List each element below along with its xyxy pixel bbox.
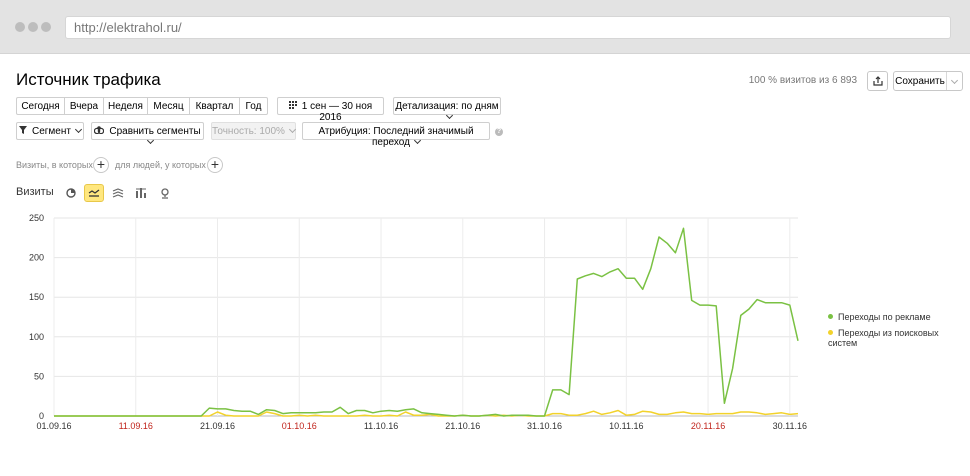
- legend-label-search: Переходы из поисковых систем: [828, 328, 939, 348]
- attribution-label: Атрибуция: Последний значимый переход: [318, 126, 474, 148]
- people-filter-text: для людей, у которых: [115, 160, 206, 170]
- chart-title: Визиты: [16, 186, 54, 198]
- y-tick-label: 200: [29, 253, 44, 263]
- compare-label: Сравнить сегменты: [109, 126, 201, 137]
- visits-filter-text: Визиты, в которых: [16, 160, 93, 170]
- browser-chrome: http://elektrahol.ru/: [0, 0, 970, 54]
- x-tick-label: 31.10.16: [527, 421, 562, 431]
- detail-label: Детализация: по дням: [395, 101, 499, 112]
- chart-type-line[interactable]: [84, 184, 104, 202]
- y-tick-label: 0: [39, 411, 44, 421]
- address-bar[interactable]: http://elektrahol.ru/: [65, 16, 951, 39]
- compare-icon: [94, 126, 105, 135]
- area-chart-icon: [112, 188, 124, 198]
- legend-swatch-ads: [828, 314, 833, 320]
- period-year[interactable]: Год: [240, 97, 268, 115]
- segment-label: Сегмент: [32, 126, 71, 137]
- window-minimize-dot[interactable]: [28, 22, 38, 32]
- window-close-dot[interactable]: [15, 22, 25, 32]
- segment-button[interactable]: Сегмент: [16, 122, 84, 140]
- y-tick-label: 150: [29, 292, 44, 302]
- date-range-label: 1 сен — 30 ноя 2016: [301, 101, 373, 123]
- save-button[interactable]: Сохранить: [893, 71, 963, 91]
- page-title: Источник трафика: [16, 70, 161, 89]
- x-tick-label: 21.10.16: [445, 421, 480, 431]
- share-icon: [872, 76, 883, 86]
- y-tick-label: 250: [29, 213, 44, 223]
- period-quarter[interactable]: Квартал: [190, 97, 240, 115]
- x-tick-label: 21.09.16: [200, 421, 235, 431]
- legend-item-search[interactable]: Переходы из поисковых систем: [828, 328, 970, 348]
- chart-type-bar[interactable]: [131, 184, 151, 202]
- legend-swatch-search: [828, 330, 833, 336]
- chevron-down-icon[interactable]: [947, 72, 962, 90]
- save-button-label: Сохранить: [894, 72, 947, 90]
- x-tick-label: 30.11.16: [773, 421, 807, 431]
- traffic-line-chart: 0 50 100 150 200 250 01.09.16 11.09.16 21.09.16 0…: [29, 213, 807, 431]
- bar-chart-icon: [136, 188, 146, 198]
- period-yesterday[interactable]: Вчера: [65, 97, 104, 115]
- calendar-icon: [288, 101, 297, 110]
- add-visits-condition-button[interactable]: +: [93, 157, 109, 173]
- pie-chart-icon: [66, 188, 76, 198]
- accuracy-label: Точность: 100%: [212, 126, 285, 137]
- visits-info: 100 % визитов из 6 893: [748, 75, 857, 86]
- filter-icon: [19, 126, 27, 135]
- accuracy-dropdown: Точность: 100%: [211, 122, 296, 140]
- window-maximize-dot[interactable]: [41, 22, 51, 32]
- x-tick-label: 01.09.16: [36, 421, 71, 431]
- x-tick-label: 20.11.16: [691, 421, 725, 431]
- date-range-button[interactable]: 1 сен — 30 ноя 2016: [277, 97, 384, 123]
- chevron-down-icon: [445, 111, 454, 120]
- chevron-down-icon: [413, 136, 422, 145]
- period-month[interactable]: Месяц: [148, 97, 190, 115]
- x-tick-label: 10.11.16: [609, 421, 643, 431]
- y-tick-label: 50: [34, 371, 44, 381]
- attribution-dropdown[interactable]: Атрибуция: Последний значимый переход: [302, 122, 490, 148]
- legend-item-ads[interactable]: Переходы по рекламе: [828, 312, 931, 322]
- detail-dropdown[interactable]: Детализация: по дням: [393, 97, 501, 120]
- legend-label-ads: Переходы по рекламе: [838, 312, 931, 322]
- chevron-down-icon: [74, 125, 83, 134]
- chevron-down-icon: [146, 136, 154, 145]
- help-icon[interactable]: ?: [495, 128, 503, 136]
- period-today[interactable]: Сегодня: [16, 97, 65, 115]
- series-line-ads: [54, 227, 799, 417]
- chevron-down-icon: [288, 125, 296, 134]
- period-week[interactable]: Неделя: [104, 97, 148, 115]
- x-tick-label: 01.10.16: [282, 421, 317, 431]
- add-people-condition-button[interactable]: +: [207, 157, 223, 173]
- line-chart-icon: [88, 189, 100, 197]
- x-tick-label: 11.10.16: [364, 421, 398, 431]
- chart-type-map[interactable]: [155, 184, 175, 202]
- share-button[interactable]: [867, 71, 888, 91]
- map-pin-icon: [161, 187, 169, 199]
- chart-type-area[interactable]: [108, 184, 128, 202]
- y-tick-label: 100: [29, 332, 44, 342]
- x-tick-label: 11.09.16: [119, 421, 153, 431]
- compare-segments-button[interactable]: Сравнить сегменты: [91, 122, 204, 145]
- chart-type-pie[interactable]: [61, 184, 81, 202]
